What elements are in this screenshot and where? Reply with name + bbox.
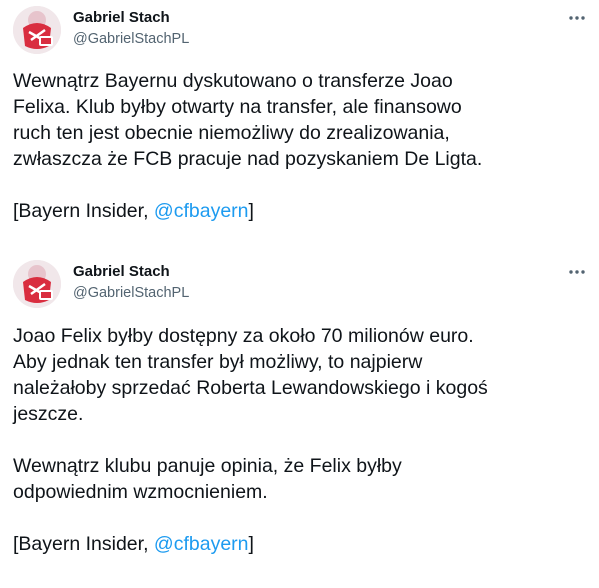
tweet-line: należałoby sprzedać Roberta Lewandowskie… (13, 377, 488, 399)
source-mention-link[interactable]: @cfbayern (154, 533, 249, 555)
avatar[interactable] (13, 260, 61, 308)
tweet-line: Felixa. Klub byłby otwarty na transfer, … (13, 96, 462, 118)
author-handle[interactable]: @GabrielStachPL (73, 30, 189, 48)
tweet[interactable]: Gabriel Stach @GabrielStachPL Wewnątrz B… (0, 0, 599, 254)
tweet-text: Joao Felix byłby dostępny za około 70 mi… (13, 323, 587, 557)
source-mention-link[interactable]: @cfbayern (154, 200, 249, 222)
more-horizontal-icon[interactable] (567, 8, 587, 28)
avatar-image (13, 6, 61, 54)
tweet-line: Joao Felix byłby dostępny za około 70 mi… (13, 325, 474, 347)
source-suffix: ] (248, 533, 254, 555)
tweet-line: zwłaszcza że FCB pracuje nad pozyskaniem… (13, 148, 483, 170)
avatar-image (13, 260, 61, 308)
tweet-line: Wewnątrz klubu panuje opinia, że Felix b… (13, 455, 402, 477)
source-line: [Bayern Insider, @cfbayern] (13, 198, 587, 224)
tweet[interactable]: Gabriel Stach @GabrielStachPL Joao Felix… (0, 254, 599, 588)
tweet-line: ruch ten jest obecnie niemożliwy do zrea… (13, 122, 450, 144)
tweet-text: Wewnątrz Bayernu dyskutowano o transferz… (13, 68, 587, 224)
source-suffix: ] (248, 200, 254, 222)
source-prefix: [Bayern Insider, (13, 200, 154, 222)
avatar[interactable] (13, 6, 61, 54)
author-handle[interactable]: @GabrielStachPL (73, 284, 189, 302)
tweet-line: Aby jednak ten transfer był możliwy, to … (13, 351, 423, 373)
more-horizontal-icon[interactable] (567, 262, 587, 282)
tweet-line: jeszcze. (13, 403, 84, 425)
source-line: [Bayern Insider, @cfbayern] (13, 531, 587, 557)
source-prefix: [Bayern Insider, (13, 533, 154, 555)
tweet-line: odpowiednim wzmocnieniem. (13, 481, 268, 503)
author-name[interactable]: Gabriel Stach (73, 263, 170, 281)
author-name[interactable]: Gabriel Stach (73, 9, 170, 27)
tweet-line: Wewnątrz Bayernu dyskutowano o transferz… (13, 70, 453, 92)
